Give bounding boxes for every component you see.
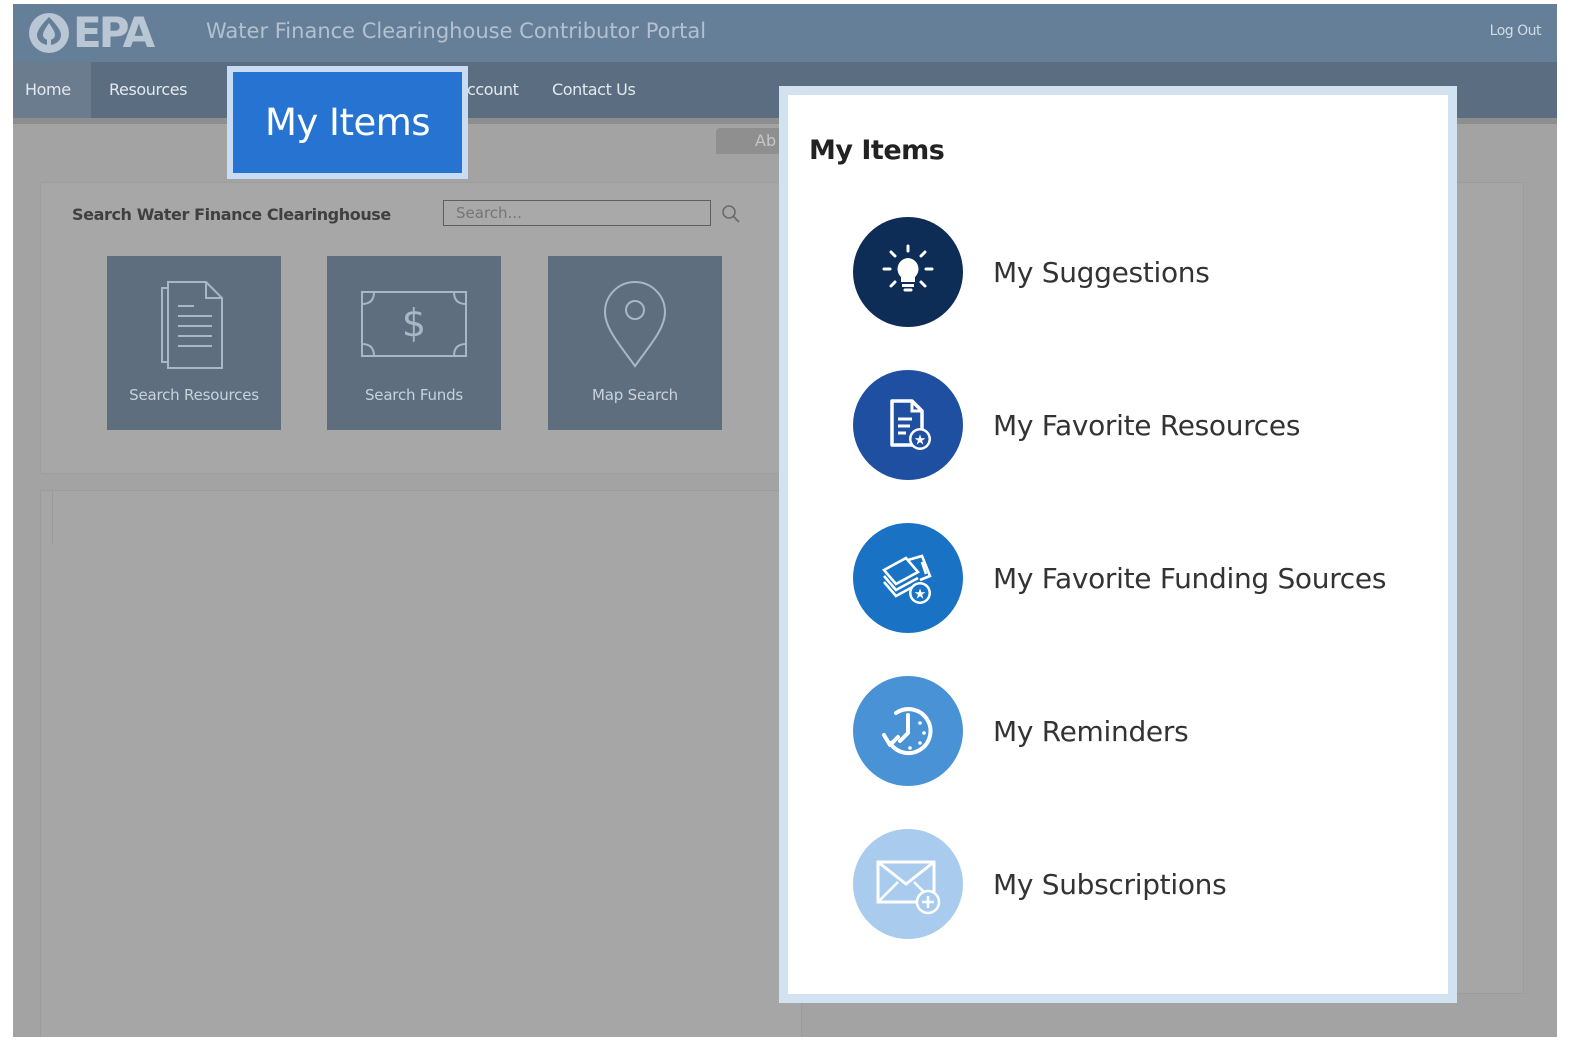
portal-title: Water Finance Clearinghouse Contributor …	[206, 19, 707, 43]
dollar-bill-icon: $	[361, 291, 467, 357]
nav-item-home[interactable]: Home	[25, 80, 71, 99]
menu-item-my-favorite-funding-sources[interactable]: ★ My Favorite Funding Sources	[853, 522, 1413, 634]
menu-item-label: My Reminders	[993, 714, 1189, 748]
favorite-document-icon: ★	[853, 370, 963, 480]
map-pin-icon	[603, 281, 667, 368]
tile-label: Search Funds	[364, 386, 464, 404]
tile-label: Map Search	[592, 386, 678, 404]
nav-item-resources[interactable]: Resources	[109, 80, 188, 99]
svg-text:★: ★	[914, 587, 927, 603]
nav-item-my-items[interactable]: My Items	[233, 72, 462, 173]
document-icon	[161, 281, 223, 369]
menu-item-label: My Suggestions	[993, 255, 1210, 289]
content-card-tab	[40, 490, 53, 544]
logo-text: EPA	[73, 8, 155, 57]
clock-reminder-icon	[853, 676, 963, 786]
lightbulb-icon	[853, 217, 963, 327]
nav-item-contact-us[interactable]: Contact Us	[552, 80, 636, 99]
epa-flower-icon	[29, 13, 69, 53]
about-tab-label: Ab	[755, 131, 777, 150]
menu-item-my-subscriptions[interactable]: My Subscriptions	[853, 828, 1413, 940]
menu-item-label: My Favorite Funding Sources	[993, 561, 1387, 595]
search-resources-tile[interactable]: Search Resources	[107, 256, 281, 430]
content-card	[40, 490, 802, 1037]
search-input[interactable]	[443, 200, 711, 226]
logout-link[interactable]: Log Out	[1490, 23, 1542, 39]
envelope-add-icon	[853, 829, 963, 939]
menu-item-label: My Subscriptions	[993, 867, 1227, 901]
search-label: Search Water Finance Clearinghouse	[72, 205, 391, 224]
menu-item-my-favorite-resources[interactable]: ★ My Favorite Resources	[853, 369, 1413, 481]
search-icon[interactable]	[721, 204, 741, 224]
header-bar: EPA Water Finance Clearinghouse Contribu…	[13, 4, 1557, 62]
tile-label: Search Resources	[129, 386, 259, 404]
svg-text:★: ★	[914, 433, 927, 449]
map-search-tile[interactable]: Map Search	[548, 256, 722, 430]
my-items-callout[interactable]: My Items	[227, 66, 468, 179]
panel-title: My Items	[809, 135, 945, 166]
svg-text:$: $	[402, 301, 426, 345]
nav-item-my-account[interactable]: ccount	[467, 80, 519, 99]
search-funds-tile[interactable]: $ Search Funds	[327, 256, 501, 430]
favorite-money-icon: ★	[853, 523, 963, 633]
my-items-panel: My Items My Suggestions ★ My Favorite Re…	[779, 86, 1457, 1003]
menu-item-my-suggestions[interactable]: My Suggestions	[853, 216, 1413, 328]
menu-item-label: My Favorite Resources	[993, 408, 1301, 442]
epa-logo[interactable]: EPA	[27, 8, 155, 57]
menu-item-my-reminders[interactable]: My Reminders	[853, 675, 1413, 787]
